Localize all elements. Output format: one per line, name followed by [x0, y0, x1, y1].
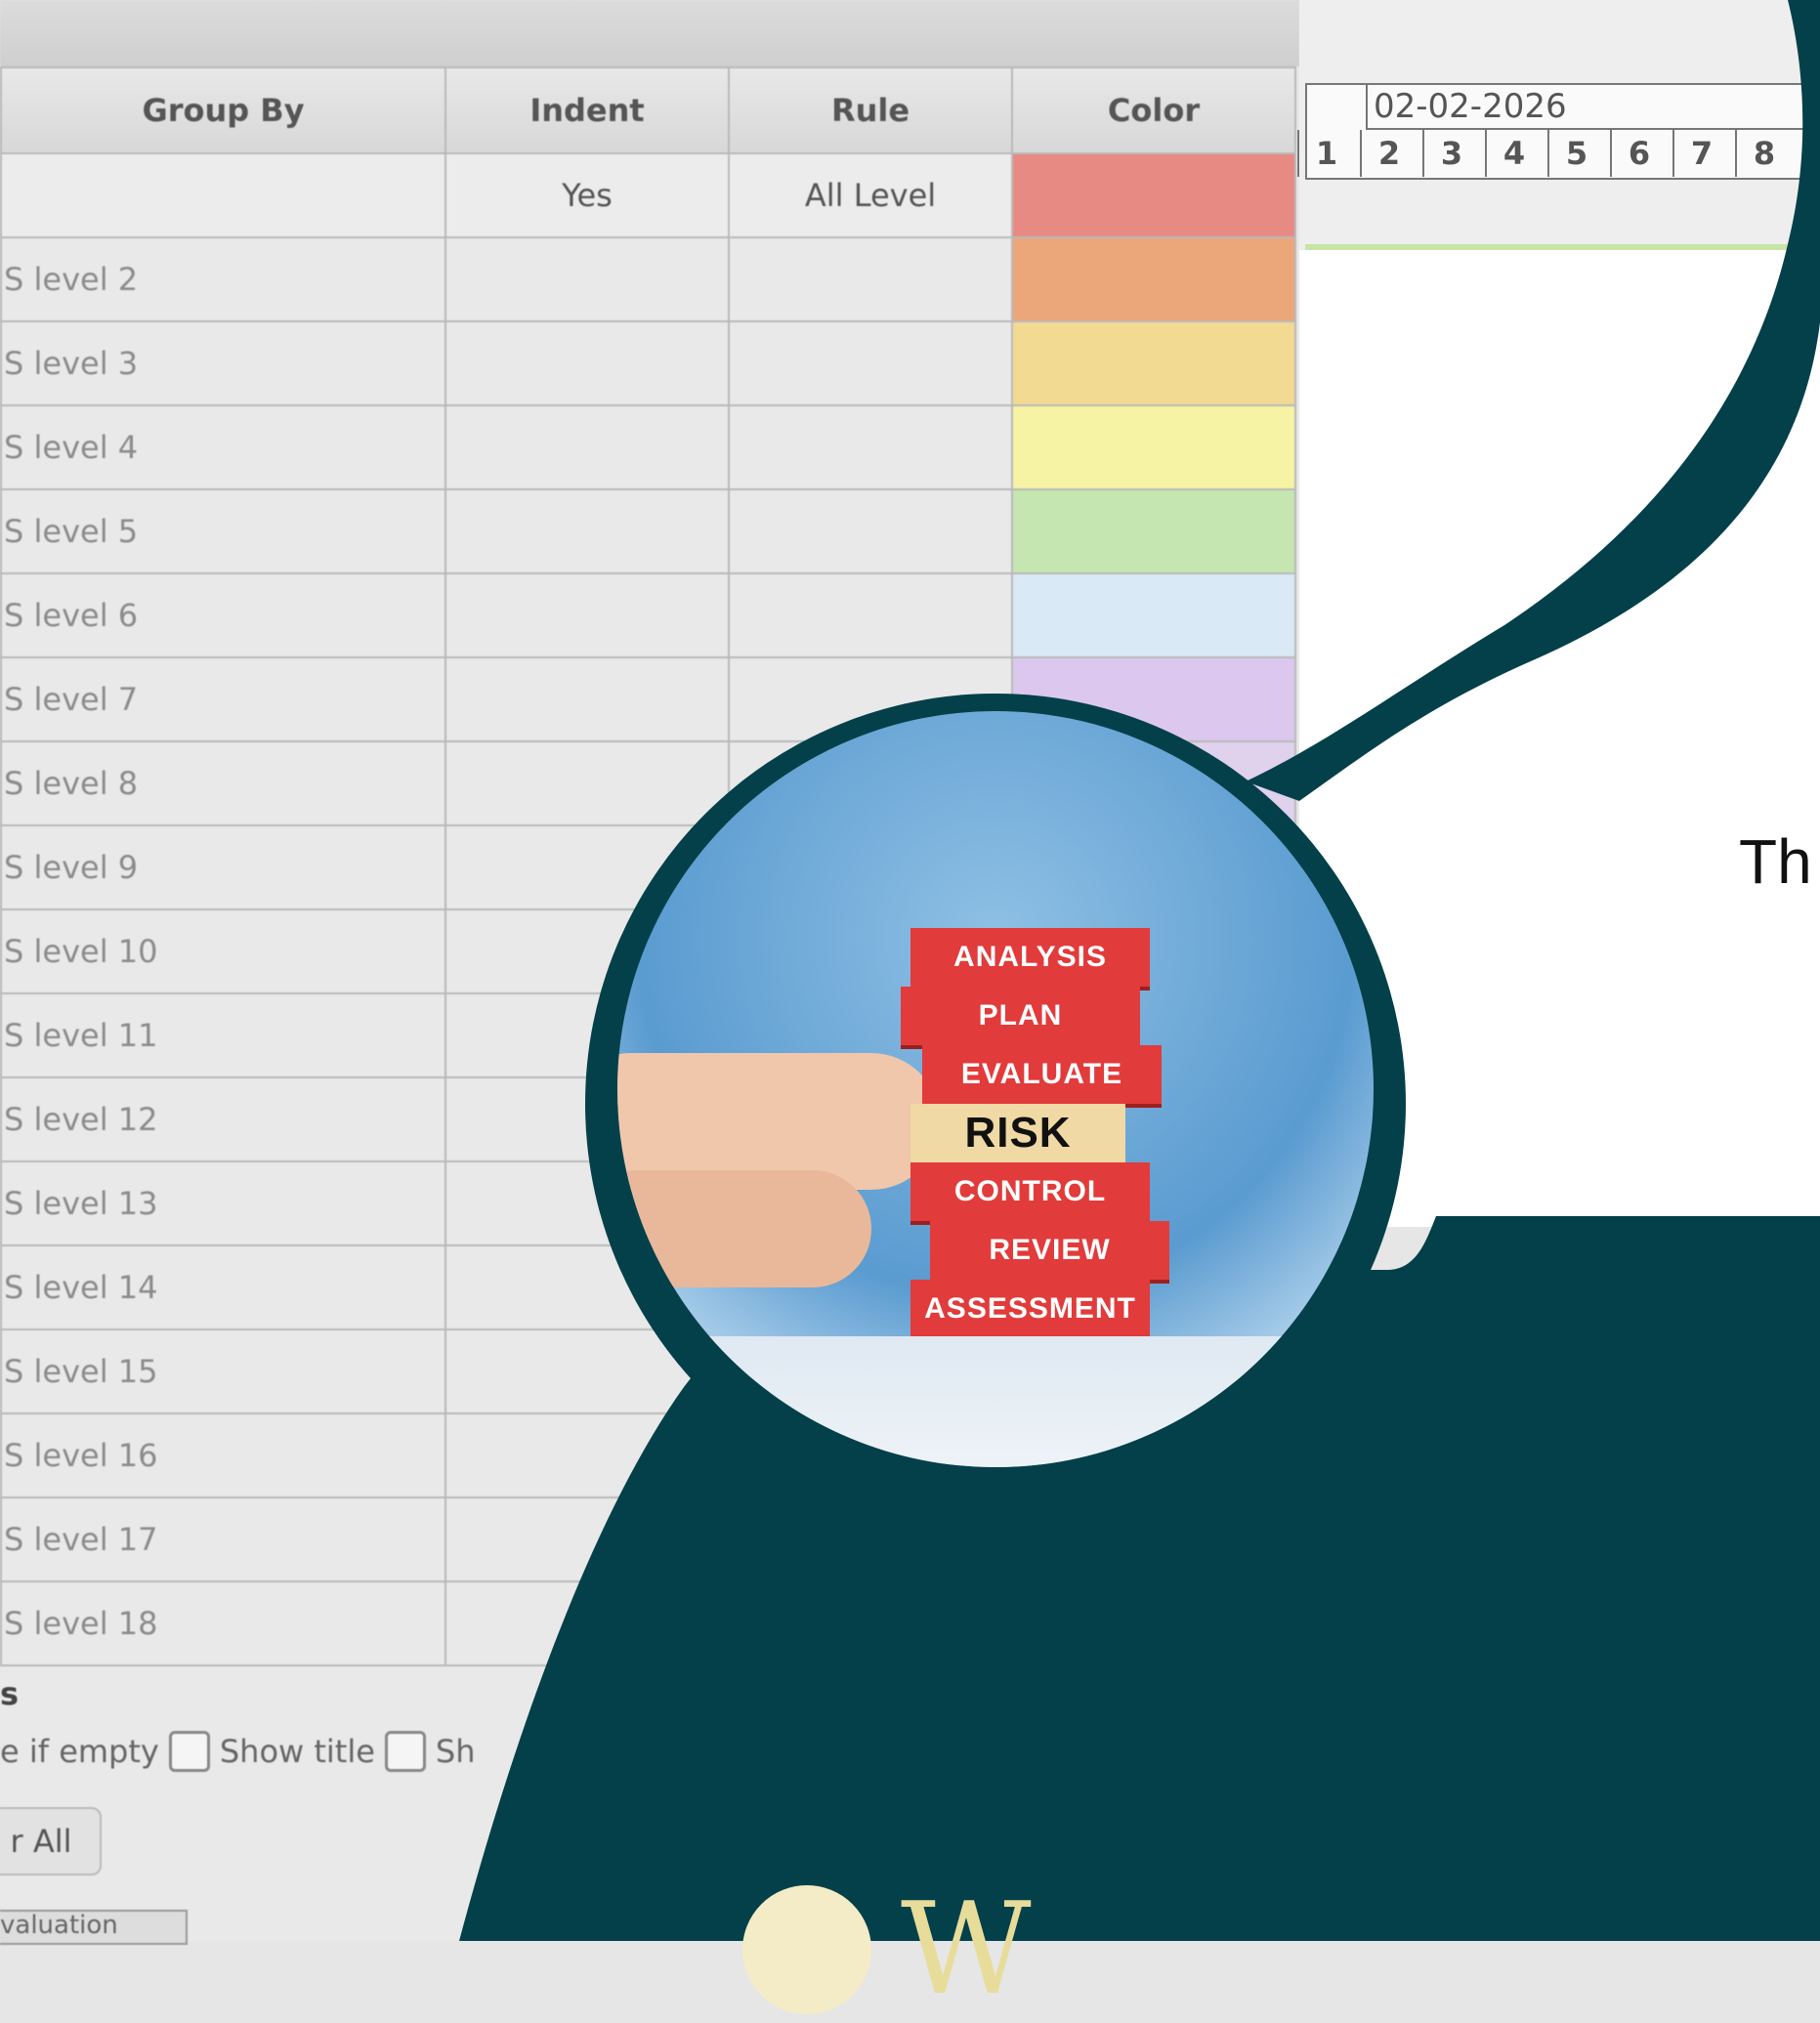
brand-wordmark: W — [901, 1875, 1032, 2023]
block-risk: RISK — [910, 1104, 1125, 1162]
hand-shape-lower — [617, 1170, 871, 1287]
block-review: REVIEW — [930, 1221, 1169, 1280]
hand-shape — [617, 1053, 940, 1190]
table-reflection — [617, 1336, 1374, 1467]
block-control: CONTROL — [910, 1162, 1150, 1221]
block-analysis: ANALYSIS — [910, 928, 1150, 987]
teal-swoosh-top — [1246, 0, 1820, 801]
block-plan: PLAN — [901, 987, 1140, 1045]
brand-logo: W — [742, 1885, 1032, 2014]
tagline-text: Th — [1739, 826, 1812, 897]
globe-icon — [742, 1885, 871, 2014]
block-evaluate: EVALUATE — [922, 1045, 1162, 1104]
risk-blocks-photo: ANALYSIS PLAN EVALUATE RISK CONTROL REVIEW ASS… — [617, 711, 1374, 1467]
block-assessment: ASSESSMENT — [910, 1280, 1150, 1338]
